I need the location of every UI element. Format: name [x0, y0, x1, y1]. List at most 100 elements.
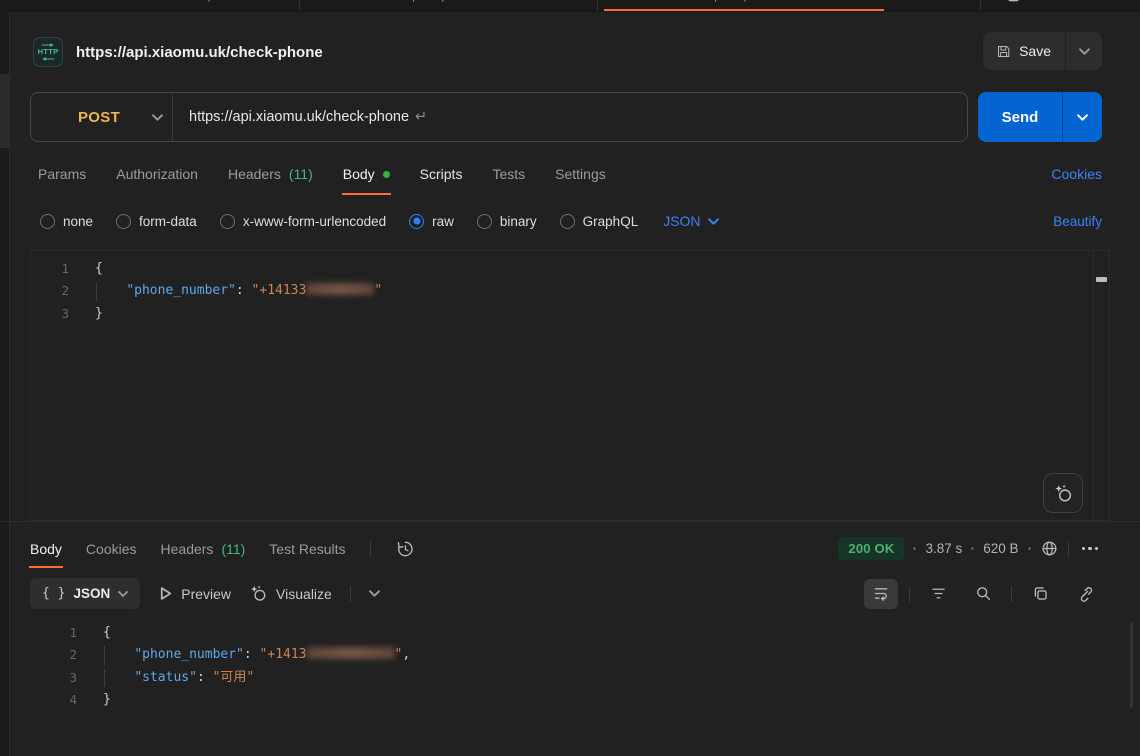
code-token: } — [95, 306, 103, 321]
code-token: "+1413 — [260, 647, 307, 662]
dot-separator — [971, 547, 974, 550]
radio-binary[interactable]: binary — [477, 214, 537, 229]
tab-count: (11) — [289, 166, 313, 182]
radio-label: x-www-form-urlencoded — [243, 214, 386, 229]
radio-form-data[interactable]: form-data — [116, 214, 197, 229]
response-scrollbar[interactable] — [1130, 622, 1133, 708]
line-number: 1 — [31, 258, 69, 280]
code-token: } — [103, 692, 111, 707]
globe-icon — [1040, 539, 1059, 558]
radio-label: GraphQL — [583, 214, 639, 229]
method-badge: POST — [668, 0, 695, 1]
chevron-down-icon — [1077, 114, 1088, 121]
more-actions-button[interactable] — [1078, 547, 1103, 551]
scrollbar-thumb[interactable] — [1096, 277, 1107, 282]
save-icon — [996, 44, 1011, 59]
chevron-down-icon — [152, 114, 163, 121]
network-button[interactable] — [1040, 539, 1059, 558]
response-tab-body[interactable]: Body — [30, 529, 62, 568]
tab-tests[interactable]: Tests — [492, 153, 525, 195]
url-value: https://api.xiaomu.uk/check-phone — [189, 109, 409, 125]
send-button[interactable]: Send — [978, 92, 1062, 142]
code-braces-icon: { } — [42, 586, 65, 601]
response-time: 3.87 s — [925, 541, 962, 556]
request-tab-https-api-xiaomu-uk-ch[interactable]: GEThttps://api.xiaomu.uk/ch — [300, 0, 598, 12]
radio-label: none — [63, 214, 93, 229]
save-button[interactable]: Save — [983, 32, 1065, 70]
filter-button[interactable] — [921, 579, 955, 609]
search-icon — [975, 585, 992, 602]
tab-params[interactable]: Params — [38, 153, 86, 195]
visualize-button[interactable]: Visualize — [249, 584, 332, 603]
tab-label: Test Results — [269, 541, 345, 557]
code-line: 2 "phone_number": "+14133" — [31, 280, 1109, 302]
tab-headers[interactable]: Headers(11) — [228, 153, 313, 195]
dot-separator — [913, 547, 916, 550]
request-tab-https-api-xiaomu-uk-c[interactable]: POSThttps://api.xiaomu.uk/c — [598, 0, 890, 12]
copy-button[interactable] — [1023, 579, 1057, 609]
history-button[interactable] — [395, 539, 415, 559]
response-meta: 200 OK 3.87 s 620 B — [838, 537, 1102, 560]
code-content: { — [77, 622, 111, 644]
save-options-button[interactable] — [1066, 32, 1102, 70]
radio-circle — [409, 214, 424, 229]
wrap-text-button[interactable] — [864, 579, 898, 609]
code-token: "phone_number" — [126, 283, 236, 298]
redacted-text — [306, 283, 374, 295]
line-number: 4 — [30, 689, 77, 711]
collapsed-sidebar[interactable] — [0, 12, 10, 756]
url-input[interactable]: https://api.xiaomu.uk/check-phone↵ — [173, 109, 427, 125]
dot-separator — [1028, 547, 1031, 550]
radio-x-www-form-urlencoded[interactable]: x-www-form-urlencoded — [220, 214, 386, 229]
response-size: 620 B — [983, 541, 1018, 556]
radio-none[interactable]: none — [40, 214, 93, 229]
editor-scrollbar[interactable] — [1093, 251, 1109, 520]
search-button[interactable] — [966, 579, 1000, 609]
postbot-icon — [1053, 483, 1074, 504]
tab-title: https://api.xiaomu.uk/ch — [399, 0, 525, 2]
response-tab-test-results[interactable]: Test Results — [269, 529, 345, 568]
tab-label: Authorization — [116, 166, 198, 182]
radio-circle — [116, 214, 131, 229]
radio-raw[interactable]: raw — [409, 214, 454, 229]
send-options-button[interactable] — [1062, 92, 1102, 142]
tab-settings[interactable]: Settings — [555, 153, 606, 195]
code-token: { — [103, 625, 111, 640]
radio-circle — [477, 214, 492, 229]
response-format-dropdown[interactable]: { } JSON — [30, 578, 140, 609]
response-body-viewer[interactable]: 1{2 "phone_number": "+1413",3 "status": … — [30, 616, 1140, 756]
divider — [370, 541, 371, 557]
request-body-editor[interactable]: 1{2 "phone_number": "+14133"3} — [30, 250, 1110, 521]
response-tab-headers[interactable]: Headers(11) — [161, 529, 246, 568]
link-button[interactable] — [1068, 579, 1102, 609]
divider — [1011, 586, 1012, 602]
code-token — [103, 647, 134, 662]
postbot-button[interactable] — [1043, 473, 1083, 513]
unsaved-dot — [383, 171, 390, 178]
environment-selector[interactable]: No Environment — [980, 0, 1140, 12]
request-tab-untitled-request[interactable]: GETUntitled Request — [52, 0, 300, 12]
beautify-link[interactable]: Beautify — [1053, 214, 1102, 229]
radio-circle — [220, 214, 235, 229]
tab-label: Tests — [492, 166, 525, 182]
method-url-bar: POST https://api.xiaomu.uk/check-phone↵ — [30, 92, 968, 142]
response-tab-cookies[interactable]: Cookies — [86, 529, 137, 568]
request-tabs: Params Authorization Headers(11) Body Script… — [38, 153, 1102, 195]
method-dropdown[interactable]: POST — [31, 93, 173, 141]
body-type-row: none form-data x-www-form-urlencoded raw bin… — [40, 204, 1102, 238]
code-line: 4} — [30, 689, 1140, 711]
new-tab-button[interactable]: + — [890, 0, 932, 12]
divider — [909, 586, 910, 602]
response-toolbar: { } JSON Preview Visualize — [30, 577, 1102, 610]
tab-label: Params — [38, 166, 86, 182]
body-language-dropdown[interactable]: JSON — [663, 213, 718, 229]
response-divider — [0, 521, 1140, 522]
radio-graphql[interactable]: GraphQL — [560, 214, 639, 229]
preview-button[interactable]: Preview — [158, 586, 231, 602]
tab-body[interactable]: Body — [343, 153, 390, 195]
http-badge-label: HTTP — [38, 48, 59, 56]
visualize-options-button[interactable] — [369, 590, 380, 597]
cookies-link[interactable]: Cookies — [1051, 166, 1102, 182]
tab-authorization[interactable]: Authorization — [116, 153, 198, 195]
tab-scripts[interactable]: Scripts — [420, 153, 463, 195]
